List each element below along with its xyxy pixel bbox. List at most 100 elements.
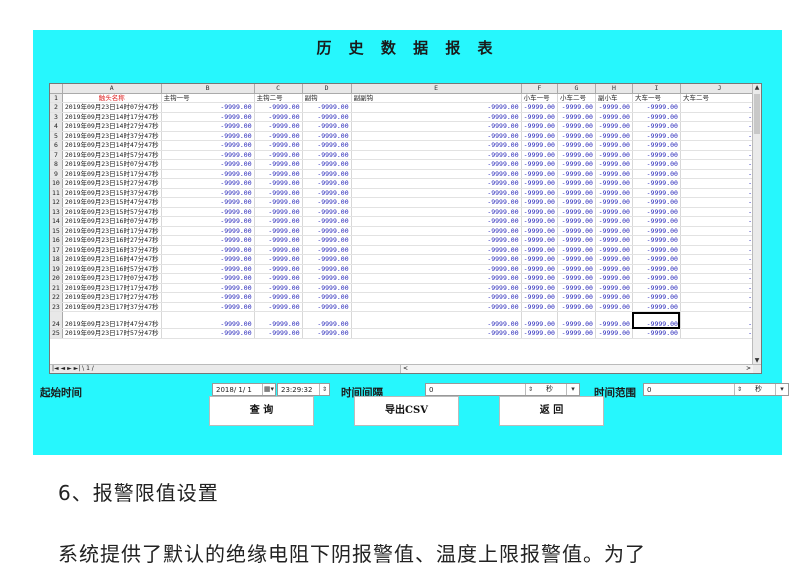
value-cell[interactable]: -9999.00 bbox=[351, 245, 522, 255]
value-cell[interactable]: -9999.00 bbox=[351, 216, 522, 227]
value-cell[interactable]: -9 bbox=[680, 254, 759, 265]
value-cell[interactable]: -9999.00 bbox=[254, 150, 303, 160]
timestamp-cell[interactable]: 2019年09月23日17时07分47秒 bbox=[62, 273, 162, 284]
timestamp-cell[interactable]: 2019年09月23日16时47分47秒 bbox=[62, 254, 162, 265]
header-cell-main-hook-2[interactable]: 主钩二号 bbox=[254, 93, 303, 103]
value-cell[interactable]: -9999.00 bbox=[254, 302, 303, 312]
column-header[interactable]: C bbox=[254, 84, 303, 94]
header-cell-trolley-2[interactable]: 小车二号 bbox=[557, 93, 596, 103]
value-cell[interactable]: -9999.00 bbox=[557, 150, 596, 160]
value-cell[interactable]: -9999.00 bbox=[161, 235, 255, 246]
value-cell[interactable]: -9 bbox=[680, 102, 759, 113]
value-cell[interactable]: -9999.00 bbox=[632, 188, 681, 198]
value-cell[interactable]: -9999.00 bbox=[632, 197, 681, 208]
value-cell[interactable]: -9 bbox=[680, 150, 759, 160]
timestamp-cell[interactable]: 2019年09月23日15时47分47秒 bbox=[62, 197, 162, 208]
timestamp-cell[interactable]: 2019年09月23日14时37分47秒 bbox=[62, 131, 162, 141]
value-cell[interactable]: -9999.00 bbox=[302, 188, 352, 198]
value-cell[interactable]: -9999.00 bbox=[351, 226, 522, 236]
row-number[interactable]: 18 bbox=[50, 254, 63, 265]
header-cell-main-hook-1[interactable]: 主钩一号 bbox=[161, 93, 255, 103]
value-cell[interactable]: -9999.00 bbox=[351, 328, 522, 339]
row-number[interactable]: 8 bbox=[50, 159, 63, 170]
value-cell[interactable]: -9999.00 bbox=[254, 292, 303, 303]
value-cell[interactable]: -9999.00 bbox=[351, 292, 522, 303]
value-cell[interactable]: -9999.00 bbox=[351, 131, 522, 141]
scroll-left-arrow-icon[interactable]: < bbox=[403, 365, 408, 373]
back-button[interactable]: 返 回 bbox=[499, 396, 604, 426]
timestamp-cell[interactable]: 2019年09月23日14时57分47秒 bbox=[62, 150, 162, 160]
value-cell[interactable]: -9999.00 bbox=[557, 188, 596, 198]
value-cell[interactable]: -9999.00 bbox=[521, 311, 558, 329]
range-unit-dropdown-icon[interactable]: ▾ bbox=[775, 384, 788, 395]
value-cell[interactable]: -9999.00 bbox=[557, 226, 596, 236]
vertical-scrollbar[interactable]: ▲ ▼ bbox=[752, 84, 761, 365]
value-cell[interactable]: -9999.00 bbox=[302, 216, 352, 227]
value-cell[interactable]: -9999.00 bbox=[632, 178, 681, 189]
timestamp-cell[interactable]: 2019年09月23日14时17分47秒 bbox=[62, 112, 162, 122]
value-cell[interactable]: -9999.00 bbox=[595, 216, 633, 227]
value-cell[interactable]: -9999.00 bbox=[521, 121, 558, 132]
value-cell[interactable]: -9999.00 bbox=[557, 197, 596, 208]
value-cell[interactable]: -9999.00 bbox=[595, 292, 633, 303]
header-cell-aux-aux-hook[interactable]: 副副钩 bbox=[351, 93, 522, 103]
value-cell[interactable]: -9999.00 bbox=[254, 235, 303, 246]
value-cell[interactable]: -9999.00 bbox=[254, 283, 303, 293]
value-cell[interactable]: -9999.00 bbox=[632, 216, 681, 227]
header-cell-aux-trolley[interactable]: 副小车 bbox=[595, 93, 633, 103]
value-cell[interactable]: -9999.00 bbox=[302, 273, 352, 284]
value-cell[interactable]: -9999.00 bbox=[302, 226, 352, 236]
value-cell[interactable]: -9999.00 bbox=[351, 302, 522, 312]
column-header[interactable]: I bbox=[632, 84, 681, 94]
value-cell[interactable]: -9999.00 bbox=[351, 102, 522, 113]
value-cell[interactable]: -9999.00 bbox=[161, 207, 255, 217]
value-cell[interactable]: -9999.00 bbox=[557, 121, 596, 132]
value-cell[interactable]: -9 bbox=[680, 235, 759, 246]
value-cell[interactable]: -9999.00 bbox=[595, 159, 633, 170]
value-cell[interactable]: -9999.00 bbox=[351, 283, 522, 293]
row-number[interactable]: 2 bbox=[50, 102, 63, 113]
value-cell[interactable]: -9999.00 bbox=[521, 226, 558, 236]
value-cell[interactable]: -9999.00 bbox=[351, 140, 522, 151]
value-cell[interactable]: -9999.00 bbox=[521, 159, 558, 170]
value-cell[interactable]: -9999.00 bbox=[595, 283, 633, 293]
row-number[interactable]: 11 bbox=[50, 188, 63, 198]
row-number[interactable]: 4 bbox=[50, 121, 63, 132]
value-cell[interactable]: -9999.00 bbox=[557, 112, 596, 122]
value-cell[interactable]: -9 bbox=[680, 216, 759, 227]
value-cell[interactable]: -9999.00 bbox=[632, 245, 681, 255]
value-cell[interactable]: -9999.00 bbox=[302, 140, 352, 151]
value-cell[interactable]: -9999.00 bbox=[161, 292, 255, 303]
value-cell[interactable]: -9 bbox=[680, 131, 759, 141]
value-cell[interactable]: -9999.00 bbox=[302, 197, 352, 208]
value-cell[interactable]: -9 bbox=[680, 207, 759, 217]
value-cell[interactable]: -9999.00 bbox=[351, 169, 522, 179]
value-cell[interactable]: -9999.00 bbox=[521, 188, 558, 198]
value-cell[interactable]: -9999.00 bbox=[254, 245, 303, 255]
value-cell[interactable]: -9999.00 bbox=[632, 283, 681, 293]
value-cell[interactable]: -9999.00 bbox=[632, 150, 681, 160]
value-cell[interactable]: -9999.00 bbox=[161, 188, 255, 198]
timestamp-cell[interactable]: 2019年09月23日14时47分47秒 bbox=[62, 140, 162, 151]
value-cell[interactable]: -9999.00 bbox=[557, 273, 596, 284]
value-cell[interactable]: -9999.00 bbox=[521, 140, 558, 151]
row-number[interactable]: 22 bbox=[50, 292, 63, 303]
range-spinner-icon[interactable]: ⇕ bbox=[734, 384, 744, 395]
row-number[interactable]: 9 bbox=[50, 169, 63, 179]
value-cell[interactable]: -9999.00 bbox=[254, 311, 303, 329]
timestamp-cell[interactable]: 2019年09月23日14时27分47秒 bbox=[62, 121, 162, 132]
value-cell[interactable]: -9999.00 bbox=[161, 150, 255, 160]
value-cell[interactable]: -9 bbox=[680, 302, 759, 312]
value-cell[interactable]: -9999.00 bbox=[632, 273, 681, 284]
value-cell[interactable]: -9999.00 bbox=[302, 302, 352, 312]
row-number[interactable]: 21 bbox=[50, 283, 63, 293]
value-cell[interactable]: -9999.00 bbox=[161, 328, 255, 339]
start-date-picker[interactable]: 2018/ 1/ 1 ▦▾ bbox=[212, 383, 276, 396]
header-cell-name[interactable]: 触头名称 bbox=[62, 93, 162, 103]
value-cell[interactable]: -9999.00 bbox=[302, 264, 352, 274]
value-cell[interactable]: -9999.00 bbox=[161, 112, 255, 122]
value-cell[interactable]: -9999.00 bbox=[254, 264, 303, 274]
value-cell[interactable]: -9999.00 bbox=[557, 311, 596, 329]
data-grid[interactable]: ABCDEFGHIJ 1 触头名称 主钩一号 主钩二号 副钩 副副钩 小车一号 … bbox=[50, 84, 759, 339]
value-cell[interactable]: -9999.00 bbox=[351, 178, 522, 189]
